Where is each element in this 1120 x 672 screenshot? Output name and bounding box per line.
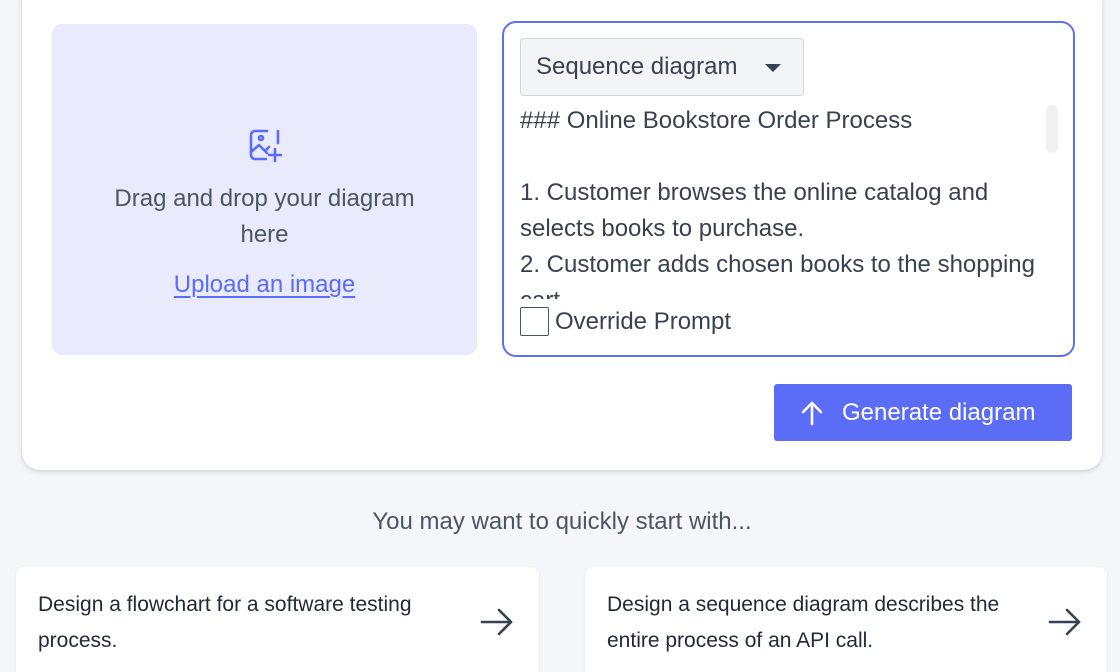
arrow-right-icon bbox=[1048, 608, 1081, 636]
caret-down-icon bbox=[765, 64, 781, 72]
prompt-scrollbar[interactable] bbox=[1046, 105, 1058, 153]
generate-diagram-label: Generate diagram bbox=[842, 398, 1036, 426]
image-add-icon bbox=[245, 125, 285, 170]
override-prompt-option[interactable]: Override Prompt bbox=[520, 307, 731, 336]
diagram-type-value: Sequence diagram bbox=[536, 53, 738, 80]
arrow-up-icon bbox=[801, 401, 823, 425]
prompt-textarea[interactable]: ### Online Bookstore Order Process 1. Cu… bbox=[520, 103, 1040, 299]
override-prompt-checkbox[interactable] bbox=[520, 307, 549, 336]
upload-image-link[interactable]: Upload an image bbox=[52, 268, 477, 302]
suggestion-text: Design a flowchart for a software testin… bbox=[38, 593, 412, 652]
suggestion-card-sequence[interactable]: Design a sequence diagram describes the … bbox=[585, 567, 1107, 672]
image-dropzone[interactable]: Drag and drop your diagram here Upload a… bbox=[52, 24, 477, 355]
dropzone-instructions: Drag and drop your diagram here bbox=[114, 185, 415, 248]
diagram-type-select[interactable]: Sequence diagram bbox=[520, 38, 804, 96]
prompt-editor: Sequence diagram ### Online Bookstore Or… bbox=[502, 21, 1075, 357]
suggestion-card-flowchart[interactable]: Design a flowchart for a software testin… bbox=[16, 567, 539, 672]
arrow-right-icon bbox=[480, 608, 513, 636]
suggestion-text: Design a sequence diagram describes the … bbox=[607, 593, 1000, 652]
override-prompt-label: Override Prompt bbox=[555, 307, 732, 335]
generate-diagram-button[interactable]: Generate diagram bbox=[774, 384, 1072, 441]
quick-start-hint: You may want to quickly start with... bbox=[372, 508, 752, 535]
